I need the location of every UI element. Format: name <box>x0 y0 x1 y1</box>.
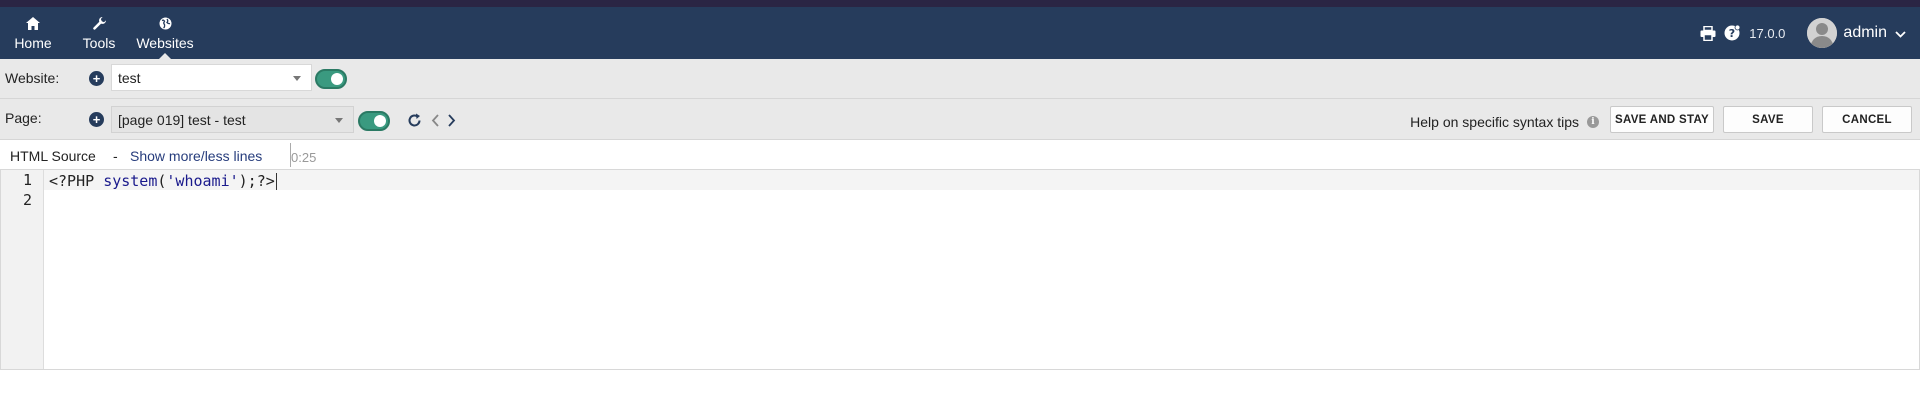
website-enabled-toggle[interactable] <box>315 69 347 89</box>
next-page-icon[interactable] <box>443 112 459 128</box>
syntax-help-link[interactable]: Help on specific syntax tips i <box>1410 114 1599 130</box>
line-number-gutter: 1 2 <box>1 170 44 369</box>
code-editor[interactable]: 1 2 <?PHP system('whoami');?> <box>0 169 1920 370</box>
syntax-help-text: Help on specific syntax tips <box>1410 114 1579 130</box>
home-icon <box>25 15 41 31</box>
version-label: 17.0.0 <box>1749 25 1786 41</box>
printer-icon[interactable] <box>1699 24 1717 42</box>
help-icon[interactable]: ? <box>1723 24 1741 42</box>
globe-icon <box>157 15 173 31</box>
refresh-icon[interactable] <box>406 112 422 128</box>
html-source-separator: - <box>113 148 118 164</box>
code-token: 'whoami' <box>166 172 239 190</box>
top-navbar: Home Tools Websites <box>0 7 1920 59</box>
user-name[interactable]: admin <box>1843 24 1887 42</box>
page-label: Page: <box>5 110 42 126</box>
add-website-button[interactable]: + <box>89 71 104 86</box>
line-number: 2 <box>22 191 32 209</box>
info-icon: i <box>1587 116 1599 128</box>
chevron-down-icon <box>335 118 343 123</box>
html-source-title: HTML Source <box>10 148 96 164</box>
timer-label: 0:25 <box>291 150 317 165</box>
show-more-less-lines-link[interactable]: Show more/less lines <box>130 148 262 164</box>
wrench-icon <box>91 15 107 31</box>
active-line-highlight <box>44 170 1919 190</box>
svg-text:?: ? <box>1729 27 1735 40</box>
editor-caret <box>275 173 277 190</box>
add-page-button[interactable]: + <box>89 112 104 127</box>
line-number: 1 <box>22 171 32 189</box>
cancel-button[interactable]: CANCEL <box>1822 106 1912 133</box>
chevron-down-icon[interactable] <box>1895 25 1906 41</box>
nav-websites-label: Websites <box>136 35 194 51</box>
website-select[interactable]: test <box>111 64 312 91</box>
website-label: Website: <box>5 70 60 86</box>
code-token: );?> <box>238 172 275 190</box>
page-select[interactable]: [page 019] test - test <box>111 106 354 133</box>
nav-tools-label: Tools <box>82 35 116 51</box>
chevron-down-icon <box>293 76 301 81</box>
code-token: <?PHP <box>49 172 104 190</box>
avatar[interactable] <box>1807 18 1838 48</box>
website-select-value: test <box>118 69 141 86</box>
html-source-header: HTML Source - Show more/less lines <box>0 140 1920 168</box>
nav-home-label: Home <box>14 35 52 51</box>
top-accent-strip <box>0 0 1920 7</box>
nav-websites[interactable]: Websites <box>136 7 194 59</box>
save-and-stay-button[interactable]: SAVE AND STAY <box>1610 106 1714 133</box>
code-token: system <box>103 172 158 190</box>
nav-right-tools: ? 17.0.0 admin <box>1699 7 1920 59</box>
save-button[interactable]: SAVE <box>1723 106 1813 133</box>
code-line[interactable]: <?PHP system('whoami');?> <box>49 172 277 190</box>
page-select-value: [page 019] test - test <box>118 111 246 128</box>
page-enabled-toggle[interactable] <box>358 111 390 131</box>
nav-tools[interactable]: Tools <box>80 7 118 59</box>
previous-page-icon[interactable] <box>427 112 443 128</box>
nav-home[interactable]: Home <box>14 7 52 59</box>
